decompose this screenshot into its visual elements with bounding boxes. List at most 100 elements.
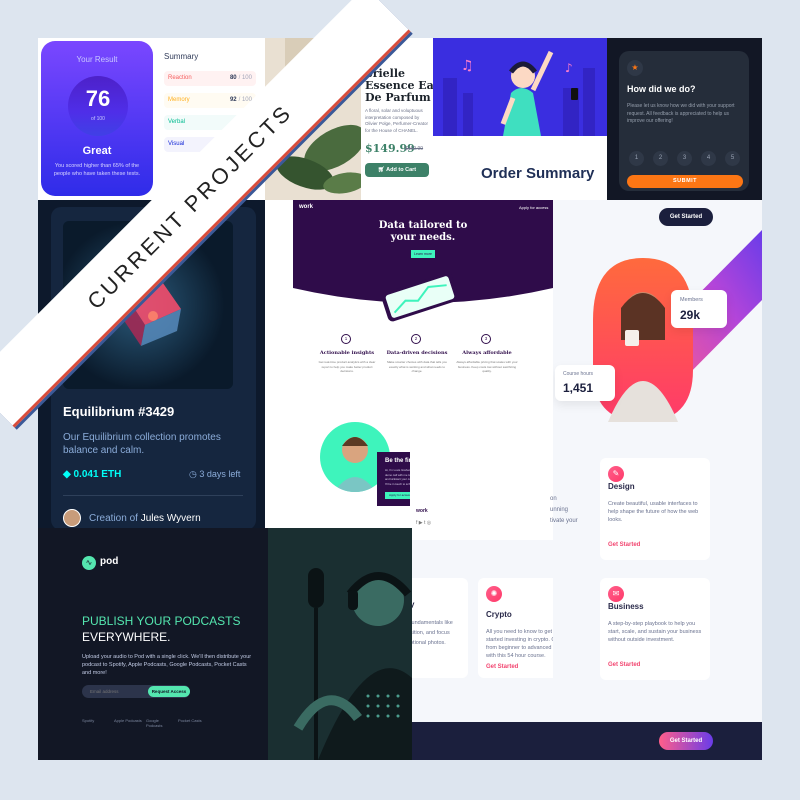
partial-course-text: on unning tivate your <box>550 494 578 527</box>
grade: Great <box>82 145 112 157</box>
platform-logo: Google Podcasts <box>146 718 163 728</box>
rating-panel: ★ How did we do? Please let us know how … <box>607 38 762 200</box>
summary-row: Reaction 80/ 100 <box>164 71 256 86</box>
feature-title: Data-driven decisions <box>386 350 448 356</box>
members-value: 29k <box>680 308 701 322</box>
get-started-bottom-button[interactable]: Get Started <box>659 732 713 750</box>
feature-number: 3 <box>481 334 491 344</box>
course-get-started-link[interactable]: Get Started <box>486 664 518 670</box>
divider <box>63 495 243 496</box>
course-description: A step-by-step playbook to help you star… <box>608 621 702 643</box>
cart-icon: 🛒︎ <box>377 167 385 173</box>
bottom-bar-partial <box>410 722 553 760</box>
product-old-price: $169.99 <box>405 146 424 152</box>
score-number: 80 <box>229 75 237 81</box>
course-card-design: ✎ Design Create beautiful, usable interf… <box>600 458 710 560</box>
pod-headline-1: PUBLISH YOUR PODCASTS <box>82 614 241 628</box>
partial-line: otional photos. <box>410 640 446 646</box>
creator-avatar <box>63 509 81 527</box>
course-card-crypto: ✺ Crypto All you need to know to get sta… <box>478 578 553 678</box>
add-to-cart-label: Add to Cart <box>386 167 417 173</box>
crypto-icon: ✺ <box>486 586 502 602</box>
feature-number: 1 <box>341 334 351 344</box>
summary-row-label: Reaction <box>168 75 192 81</box>
summary-row-label: Memory <box>168 97 190 103</box>
add-to-cart-button[interactable]: 🛒︎ Add to Cart <box>365 163 429 177</box>
clock-icon: ◷ <box>189 469 197 479</box>
bottom-bar: Get Started <box>553 722 762 760</box>
grade-description: You scored higher than 65% of the people… <box>53 163 141 177</box>
rating-option-1[interactable]: 1 <box>629 151 644 166</box>
submit-button[interactable]: SUBMIT <box>627 175 743 188</box>
workit-footer: work f ▶ t ◎ <box>410 440 553 540</box>
order-summary-title: Order Summary <box>481 165 595 182</box>
podcaster-photo <box>268 528 412 760</box>
score-circle: 76 of 100 <box>68 76 128 136</box>
rating-description: Please let us know how we did with your … <box>627 103 735 124</box>
score-card: Your Result 76 of 100 Great You scored h… <box>41 41 153 196</box>
hours-value: 1,451 <box>563 381 594 395</box>
dancing-person-illustration: ♫ ♪ <box>433 38 607 136</box>
course-title: Design <box>608 482 635 491</box>
pencil-icon: ✎ <box>608 466 624 482</box>
request-access-button[interactable]: Request Access <box>148 686 190 697</box>
creation-prefix: Creation of <box>89 513 138 524</box>
course-get-started-link[interactable]: Get Started <box>608 662 640 668</box>
score-max-number: / 100 <box>238 75 252 81</box>
feature-text: Get real-time product analytics with a c… <box>318 360 376 373</box>
rating-title: How did we do? <box>627 84 696 94</box>
svg-text:♫: ♫ <box>461 58 474 74</box>
time-left-value: 3 days left <box>199 469 241 479</box>
rating-option-4[interactable]: 4 <box>701 151 716 166</box>
summary-row-label: Visual <box>168 141 185 147</box>
platform-logo: Apple Podcasts <box>114 718 142 723</box>
members-label: Members <box>680 297 703 303</box>
nft-title[interactable]: Equilibrium #3429 <box>63 404 174 419</box>
workit-logo[interactable]: work <box>299 204 313 210</box>
platform-logo: Spotify <box>82 718 95 723</box>
order-summary-panel: ♫ ♪ Order Summary <box>433 38 607 200</box>
nft-time-left: ◷ 3 days left <box>189 469 240 480</box>
rating-option-3[interactable]: 3 <box>677 151 692 166</box>
feature-title: Always affordable <box>462 350 512 356</box>
partial-line: fundamentals like <box>410 620 453 626</box>
score-number: 92 <box>229 97 237 103</box>
summary-row-value: 80/ 100 <box>230 71 252 86</box>
phone-illustration <box>381 272 459 322</box>
feature-title: Actionable insights <box>319 350 375 356</box>
creator-line: Creation of Jules Wyvern <box>89 513 201 524</box>
result-heading: Your Result <box>76 55 118 64</box>
feature-text: Make smarter choices with data that tell… <box>387 360 447 373</box>
email-field[interactable]: Request Access <box>82 685 190 698</box>
partial-line: unning <box>550 507 569 513</box>
footer-logo[interactable]: work <box>416 508 428 514</box>
course-description: All you need to know to get started inve… <box>486 629 553 659</box>
hero-gradient-shape <box>593 230 762 422</box>
partial-line: on <box>550 496 557 502</box>
courses-landing-panel: Get Started Members 29k Course hours 1,4… <box>553 200 762 760</box>
partial-line: sition, and focus <box>410 630 450 636</box>
pod-landing-panel: ∿ pod PUBLISH YOUR PODCASTS EVERYWHERE. … <box>38 528 412 760</box>
nft-price: ◆ 0.041 ETH <box>63 469 121 480</box>
learn-more-button[interactable]: Learn more <box>411 250 435 258</box>
course-get-started-link[interactable]: Get Started <box>608 542 640 548</box>
rating-option-5[interactable]: 5 <box>725 151 740 166</box>
rating-option-2[interactable]: 2 <box>653 151 668 166</box>
email-input[interactable] <box>90 687 150 696</box>
pod-logo-icon: ∿ <box>82 556 96 570</box>
product-title: brielle Essence Eau De Parfum <box>365 68 433 104</box>
summary-row: Memory 92/ 100 <box>164 93 256 108</box>
nft-description: Our Equilibrium collection promotes bala… <box>63 432 221 456</box>
pod-logo[interactable]: pod <box>100 556 118 567</box>
course-title: Business <box>608 602 644 611</box>
social-icons[interactable]: f ▶ t ◎ <box>416 520 431 526</box>
summary-row-label: Verbal <box>168 119 186 125</box>
pod-description: Upload your audio to Pod with a single c… <box>82 654 252 676</box>
apply-access-link[interactable]: Apply for access <box>519 205 548 210</box>
workit-hero-title: Data tailored to your needs. <box>378 220 468 243</box>
partial-line: tivate your <box>550 518 578 524</box>
members-stat-card: Members 29k <box>671 290 727 328</box>
product-description: A floral, solar and voluptuous interpret… <box>365 108 429 133</box>
title-line: De Parfum <box>365 91 431 104</box>
creator-name[interactable]: Jules Wyvern <box>141 513 201 524</box>
